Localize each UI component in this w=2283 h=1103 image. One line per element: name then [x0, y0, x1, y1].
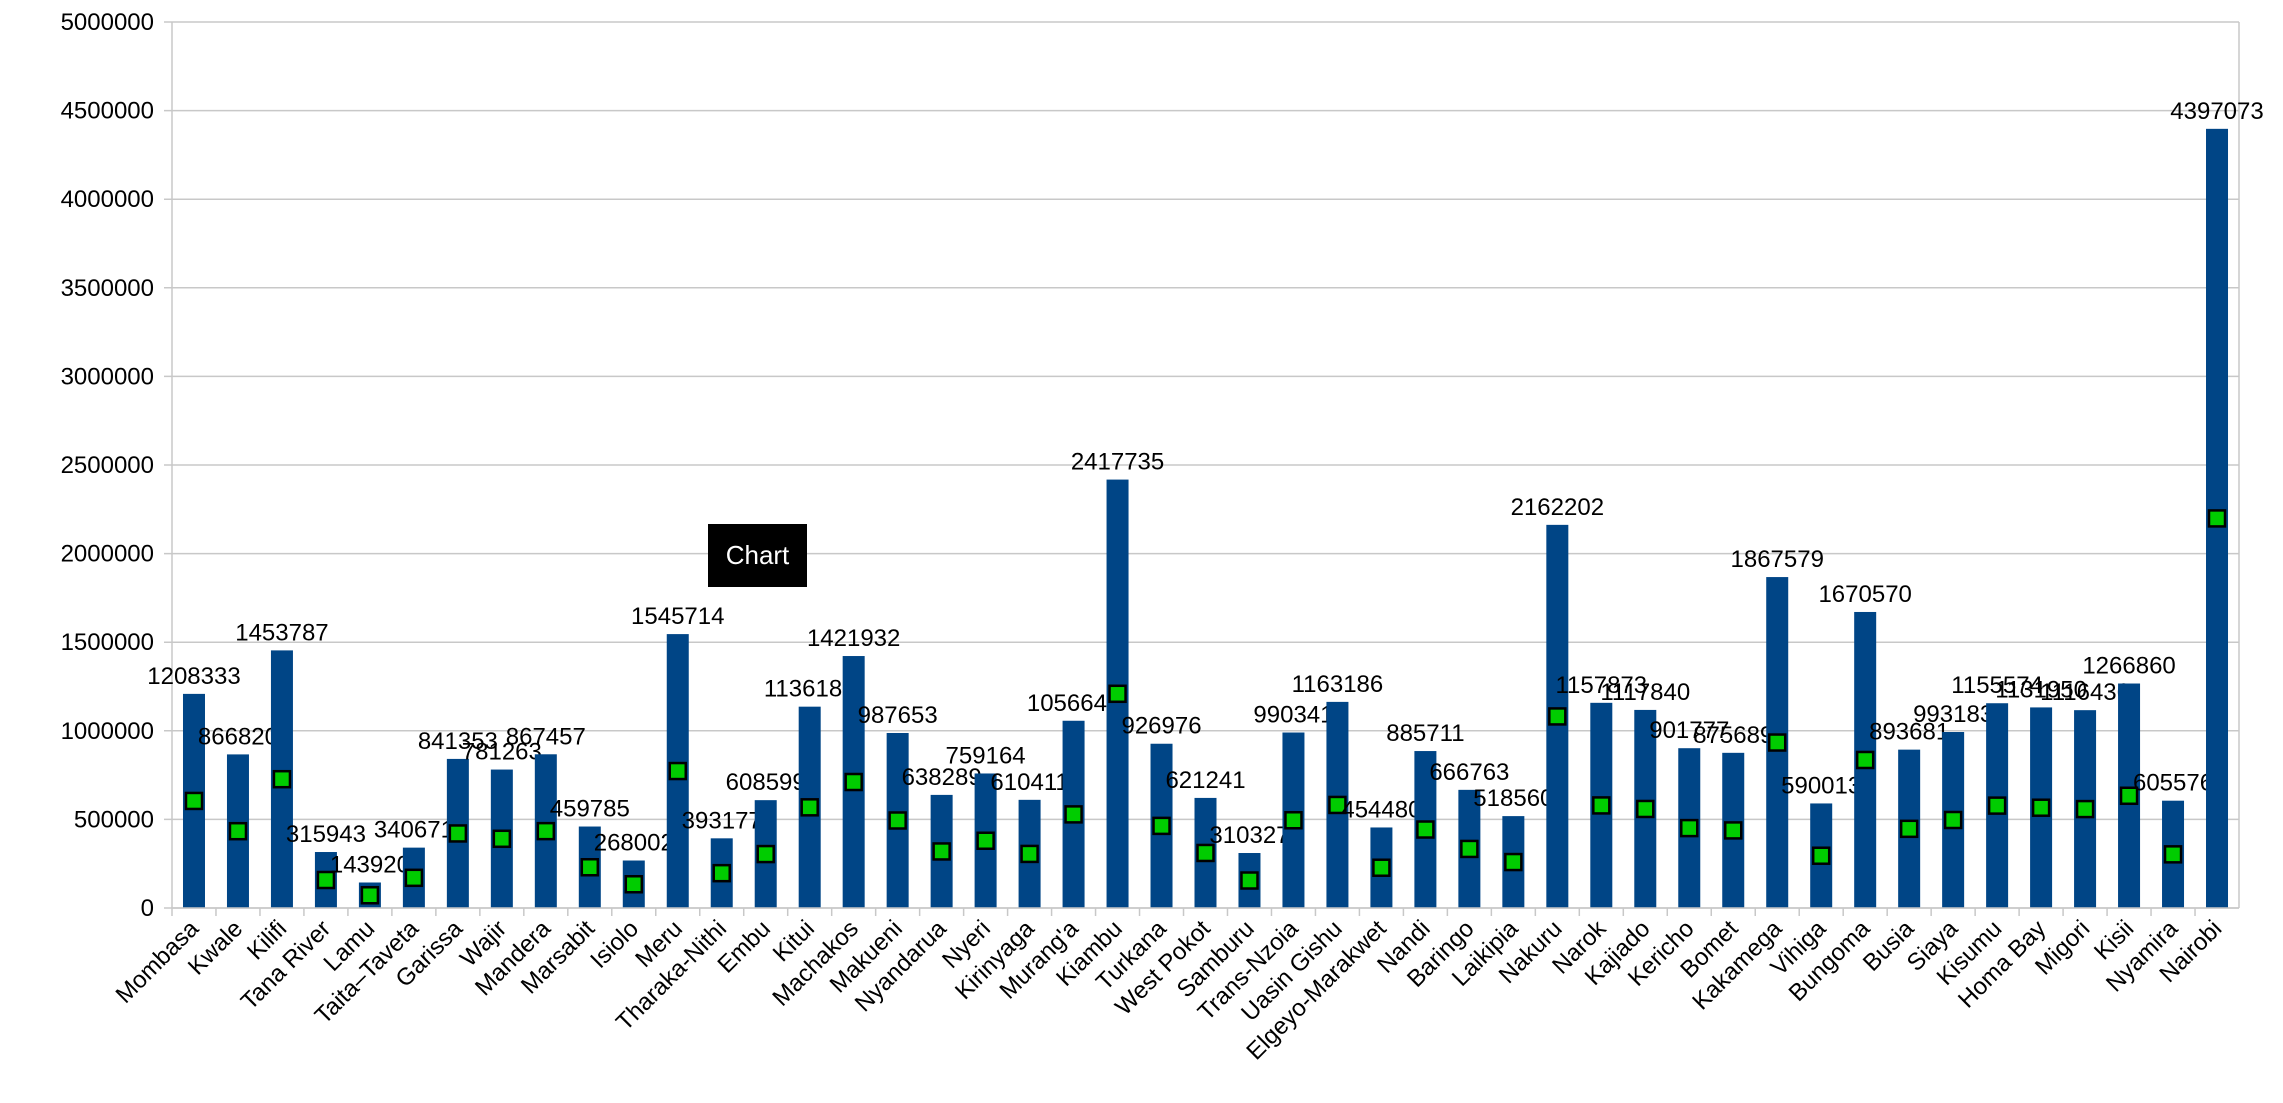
- marker: [272, 769, 292, 789]
- data-label: 2417735: [1071, 449, 1164, 476]
- marker: [1504, 852, 1523, 872]
- marker: [1416, 820, 1435, 839]
- data-label: 518560: [1473, 785, 1553, 812]
- data-label: 1208333: [147, 663, 240, 690]
- marker: [1987, 796, 2007, 815]
- marker: [2075, 799, 2095, 819]
- data-label: 926976: [1121, 713, 1201, 740]
- y-tick-label: 4000000: [61, 186, 154, 213]
- marker: [1943, 810, 1963, 830]
- data-label: 987653: [858, 702, 938, 729]
- data-label: 608599: [726, 769, 806, 796]
- data-label: 590013: [1781, 772, 1861, 799]
- marker: [1020, 844, 1039, 864]
- data-label: 4397073: [2170, 98, 2263, 125]
- y-tick-label: 4500000: [61, 98, 154, 125]
- data-label: 1867579: [1731, 546, 1824, 573]
- marker: [228, 821, 248, 841]
- y-tick-label: 2500000: [61, 452, 154, 479]
- marker: [1372, 858, 1391, 877]
- marker: [932, 842, 951, 861]
- chart-title: Chart: [708, 524, 807, 587]
- y-tick-label: 500000: [74, 806, 154, 833]
- bar-chart: 0 500000 1000000 1500000 2000000 2500000 30000…: [61, 9, 2264, 1065]
- marker: [1240, 871, 1259, 890]
- marker: [1460, 839, 1479, 859]
- marker: [1108, 684, 1127, 704]
- data-label: 621241: [1165, 767, 1245, 794]
- marker: [800, 798, 819, 817]
- data-label: 1421932: [807, 625, 900, 652]
- marker: [184, 791, 204, 811]
- data-label: 759164: [946, 742, 1026, 769]
- marker: [404, 868, 424, 888]
- marker: [448, 824, 468, 843]
- data-label: 1453787: [235, 619, 328, 646]
- data-label: 1056640: [1027, 690, 1120, 717]
- y-tick-label: 1500000: [61, 629, 154, 656]
- marker: [1680, 818, 1699, 838]
- marker: [1723, 821, 1743, 840]
- data-label: 310327: [1209, 822, 1289, 849]
- marker: [1548, 707, 1567, 726]
- data-label: 268002: [594, 830, 674, 857]
- x-tick-label: Isiolo: [585, 915, 644, 974]
- marker: [492, 829, 512, 849]
- data-label: 875689: [1693, 722, 1773, 749]
- marker: [360, 885, 380, 905]
- marker: [624, 875, 644, 894]
- marker: [668, 761, 688, 781]
- marker: [1811, 846, 1831, 865]
- y-tick-label: 5000000: [61, 9, 154, 36]
- marker: [1855, 750, 1875, 770]
- data-label: 885711: [1386, 720, 1464, 747]
- data-label: 610411: [990, 769, 1068, 796]
- data-label: 454480: [1341, 796, 1421, 823]
- marker: [1284, 811, 1303, 830]
- data-label: 990341: [1253, 702, 1333, 729]
- marker: [712, 863, 731, 883]
- data-label: 143920: [330, 851, 410, 878]
- marker: [2031, 798, 2051, 817]
- data-label: 2162202: [1511, 494, 1604, 521]
- marker: [1767, 733, 1787, 752]
- data-label: 315943: [286, 821, 366, 848]
- data-label: 1163186: [1292, 671, 1384, 698]
- data-label: 867457: [506, 723, 586, 750]
- marker: [1064, 805, 1083, 824]
- marker: [1899, 819, 1919, 839]
- y-tick-label: 1000000: [61, 718, 154, 745]
- data-label: 1670570: [1818, 581, 1911, 608]
- data-label: 866820: [198, 723, 278, 750]
- data-label: 1136187: [764, 676, 856, 703]
- marker: [976, 831, 995, 850]
- marker: [536, 821, 556, 841]
- data-label: 666763: [1429, 759, 1509, 786]
- y-tick-label: 2000000: [61, 541, 154, 568]
- y-tick-label: 0: [141, 895, 154, 922]
- data-label: 393177: [682, 807, 762, 834]
- data-label: 1117840: [1600, 679, 1690, 706]
- data-label: 459785: [550, 796, 630, 823]
- y-tick-label: 3000000: [61, 363, 154, 390]
- marker: [844, 772, 863, 792]
- marker: [756, 844, 775, 864]
- data-label: 1545714: [631, 603, 724, 630]
- y-tick-label: 3500000: [61, 275, 154, 302]
- marker: [1152, 816, 1171, 836]
- data-label: 1266860: [2082, 653, 2175, 680]
- marker: [888, 811, 907, 830]
- marker: [1592, 796, 1611, 815]
- data-label: 605576: [2133, 770, 2213, 797]
- data-label: 340671: [374, 817, 454, 844]
- marker: [1636, 799, 1655, 819]
- marker: [2163, 845, 2183, 864]
- data-label: 993183: [1913, 701, 1993, 728]
- marker: [580, 858, 600, 877]
- data-label: 1116436: [2040, 679, 2130, 706]
- marker: [2207, 509, 2227, 528]
